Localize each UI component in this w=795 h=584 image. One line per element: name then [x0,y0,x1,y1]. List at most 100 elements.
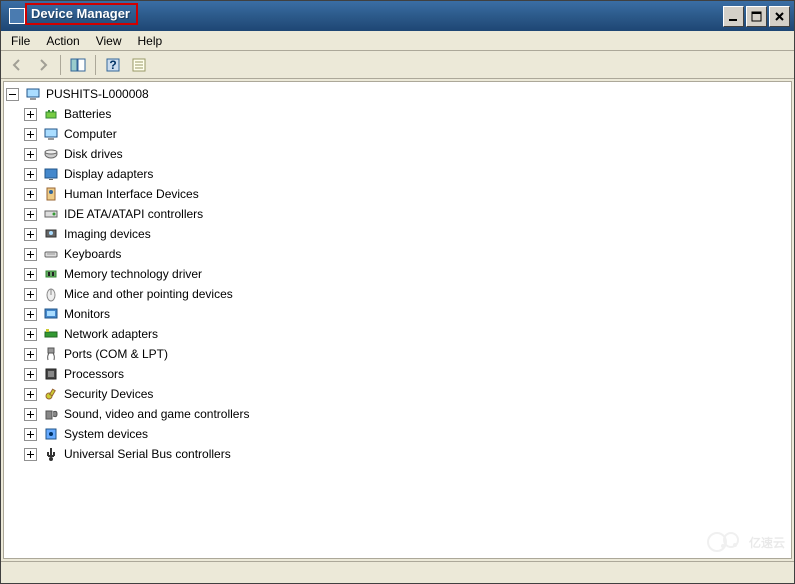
root-row[interactable]: PUSHITS-L000008 [6,84,789,104]
category-label: Display adapters [62,166,155,182]
expand-icon[interactable] [24,228,37,241]
category-label: Processors [62,366,126,382]
category-label: Mice and other pointing devices [62,286,235,302]
tree-category-node: Processors [24,364,789,384]
expand-icon[interactable] [24,308,37,321]
expand-icon[interactable] [24,208,37,221]
expand-icon[interactable] [24,388,37,401]
expand-icon[interactable] [24,168,37,181]
expand-icon[interactable] [24,268,37,281]
toolbar-separator [60,55,61,75]
menu-help[interactable]: Help [130,32,171,50]
category-label: Ports (COM & LPT) [62,346,170,362]
expand-icon[interactable] [24,248,37,261]
category-row[interactable]: Disk drives [24,144,789,164]
collapse-icon[interactable] [6,88,19,101]
category-label: Keyboards [62,246,123,262]
root-label: PUSHITS-L000008 [44,86,151,102]
category-row[interactable]: Processors [24,364,789,384]
category-row[interactable]: IDE ATA/ATAPI controllers [24,204,789,224]
tree-category-node: Disk drives [24,144,789,164]
category-row[interactable]: Imaging devices [24,224,789,244]
tree-category-node: Keyboards [24,244,789,264]
maximize-button[interactable] [746,6,767,27]
category-label: Batteries [62,106,113,122]
category-row[interactable]: Sound, video and game controllers [24,404,789,424]
forward-button[interactable] [31,53,55,77]
device-category-icon [43,286,59,302]
tree-category-node: Monitors [24,304,789,324]
category-row[interactable]: Mice and other pointing devices [24,284,789,304]
show-hide-tree-button[interactable] [66,53,90,77]
system-icon [9,8,25,24]
tree-category-node: Memory technology driver [24,264,789,284]
tree-category-node: Universal Serial Bus controllers [24,444,789,464]
device-category-icon [43,386,59,402]
tree-category-node: Computer [24,124,789,144]
expand-icon[interactable] [24,148,37,161]
help-button[interactable]: ? [101,53,125,77]
device-category-icon [43,186,59,202]
expand-icon[interactable] [24,448,37,461]
close-button[interactable] [769,6,790,27]
expand-icon[interactable] [24,328,37,341]
window-controls [723,6,790,27]
svg-text:?: ? [109,58,116,72]
category-row[interactable]: Memory technology driver [24,264,789,284]
device-manager-window: Device Manager File Action View Help [0,0,795,584]
tree-category-node: Human Interface Devices [24,184,789,204]
category-label: Human Interface Devices [62,186,201,202]
expand-icon[interactable] [24,368,37,381]
device-categories: Batteries Computer Disk drives Display adap… [6,104,789,464]
category-label: Network adapters [62,326,160,342]
titlebar: Device Manager [1,1,794,31]
expand-icon[interactable] [24,428,37,441]
tree-root-node: PUSHITS-L000008 Batteries Computer Disk dr… [6,84,789,464]
menu-view[interactable]: View [88,32,130,50]
tree-category-node: Security Devices [24,384,789,404]
category-row[interactable]: Display adapters [24,164,789,184]
category-row[interactable]: System devices [24,424,789,444]
menu-action[interactable]: Action [38,32,87,50]
device-category-icon [43,106,59,122]
category-row[interactable]: Batteries [24,104,789,124]
expand-icon[interactable] [24,128,37,141]
category-label: Universal Serial Bus controllers [62,446,233,462]
device-category-icon [43,126,59,142]
expand-icon[interactable] [24,188,37,201]
expand-icon[interactable] [24,408,37,421]
category-label: Security Devices [62,386,155,402]
device-category-icon [43,366,59,382]
device-tree-pane[interactable]: PUSHITS-L000008 Batteries Computer Disk dr… [3,81,792,559]
minimize-button[interactable] [723,6,744,27]
expand-icon[interactable] [24,288,37,301]
category-row[interactable]: Network adapters [24,324,789,344]
category-row[interactable]: Computer [24,124,789,144]
category-row[interactable]: Ports (COM & LPT) [24,344,789,364]
device-category-icon [43,326,59,342]
computer-icon [25,86,41,102]
category-row[interactable]: Security Devices [24,384,789,404]
category-row[interactable]: Universal Serial Bus controllers [24,444,789,464]
device-category-icon [43,246,59,262]
device-category-icon [43,346,59,362]
category-label: Disk drives [62,146,125,162]
menu-file[interactable]: File [3,32,38,50]
tree-category-node: Imaging devices [24,224,789,244]
properties-button[interactable] [127,53,151,77]
toolbar-separator [95,55,96,75]
device-category-icon [43,166,59,182]
category-row[interactable]: Keyboards [24,244,789,264]
category-label: System devices [62,426,150,442]
back-button[interactable] [5,53,29,77]
category-row[interactable]: Monitors [24,304,789,324]
tree-root: PUSHITS-L000008 Batteries Computer Disk dr… [6,84,789,464]
expand-icon[interactable] [24,348,37,361]
device-category-icon [43,446,59,462]
tree-category-node: Mice and other pointing devices [24,284,789,304]
category-label: Imaging devices [62,226,153,242]
expand-icon[interactable] [24,108,37,121]
toolbar: ? [1,51,794,79]
device-category-icon [43,426,59,442]
category-row[interactable]: Human Interface Devices [24,184,789,204]
